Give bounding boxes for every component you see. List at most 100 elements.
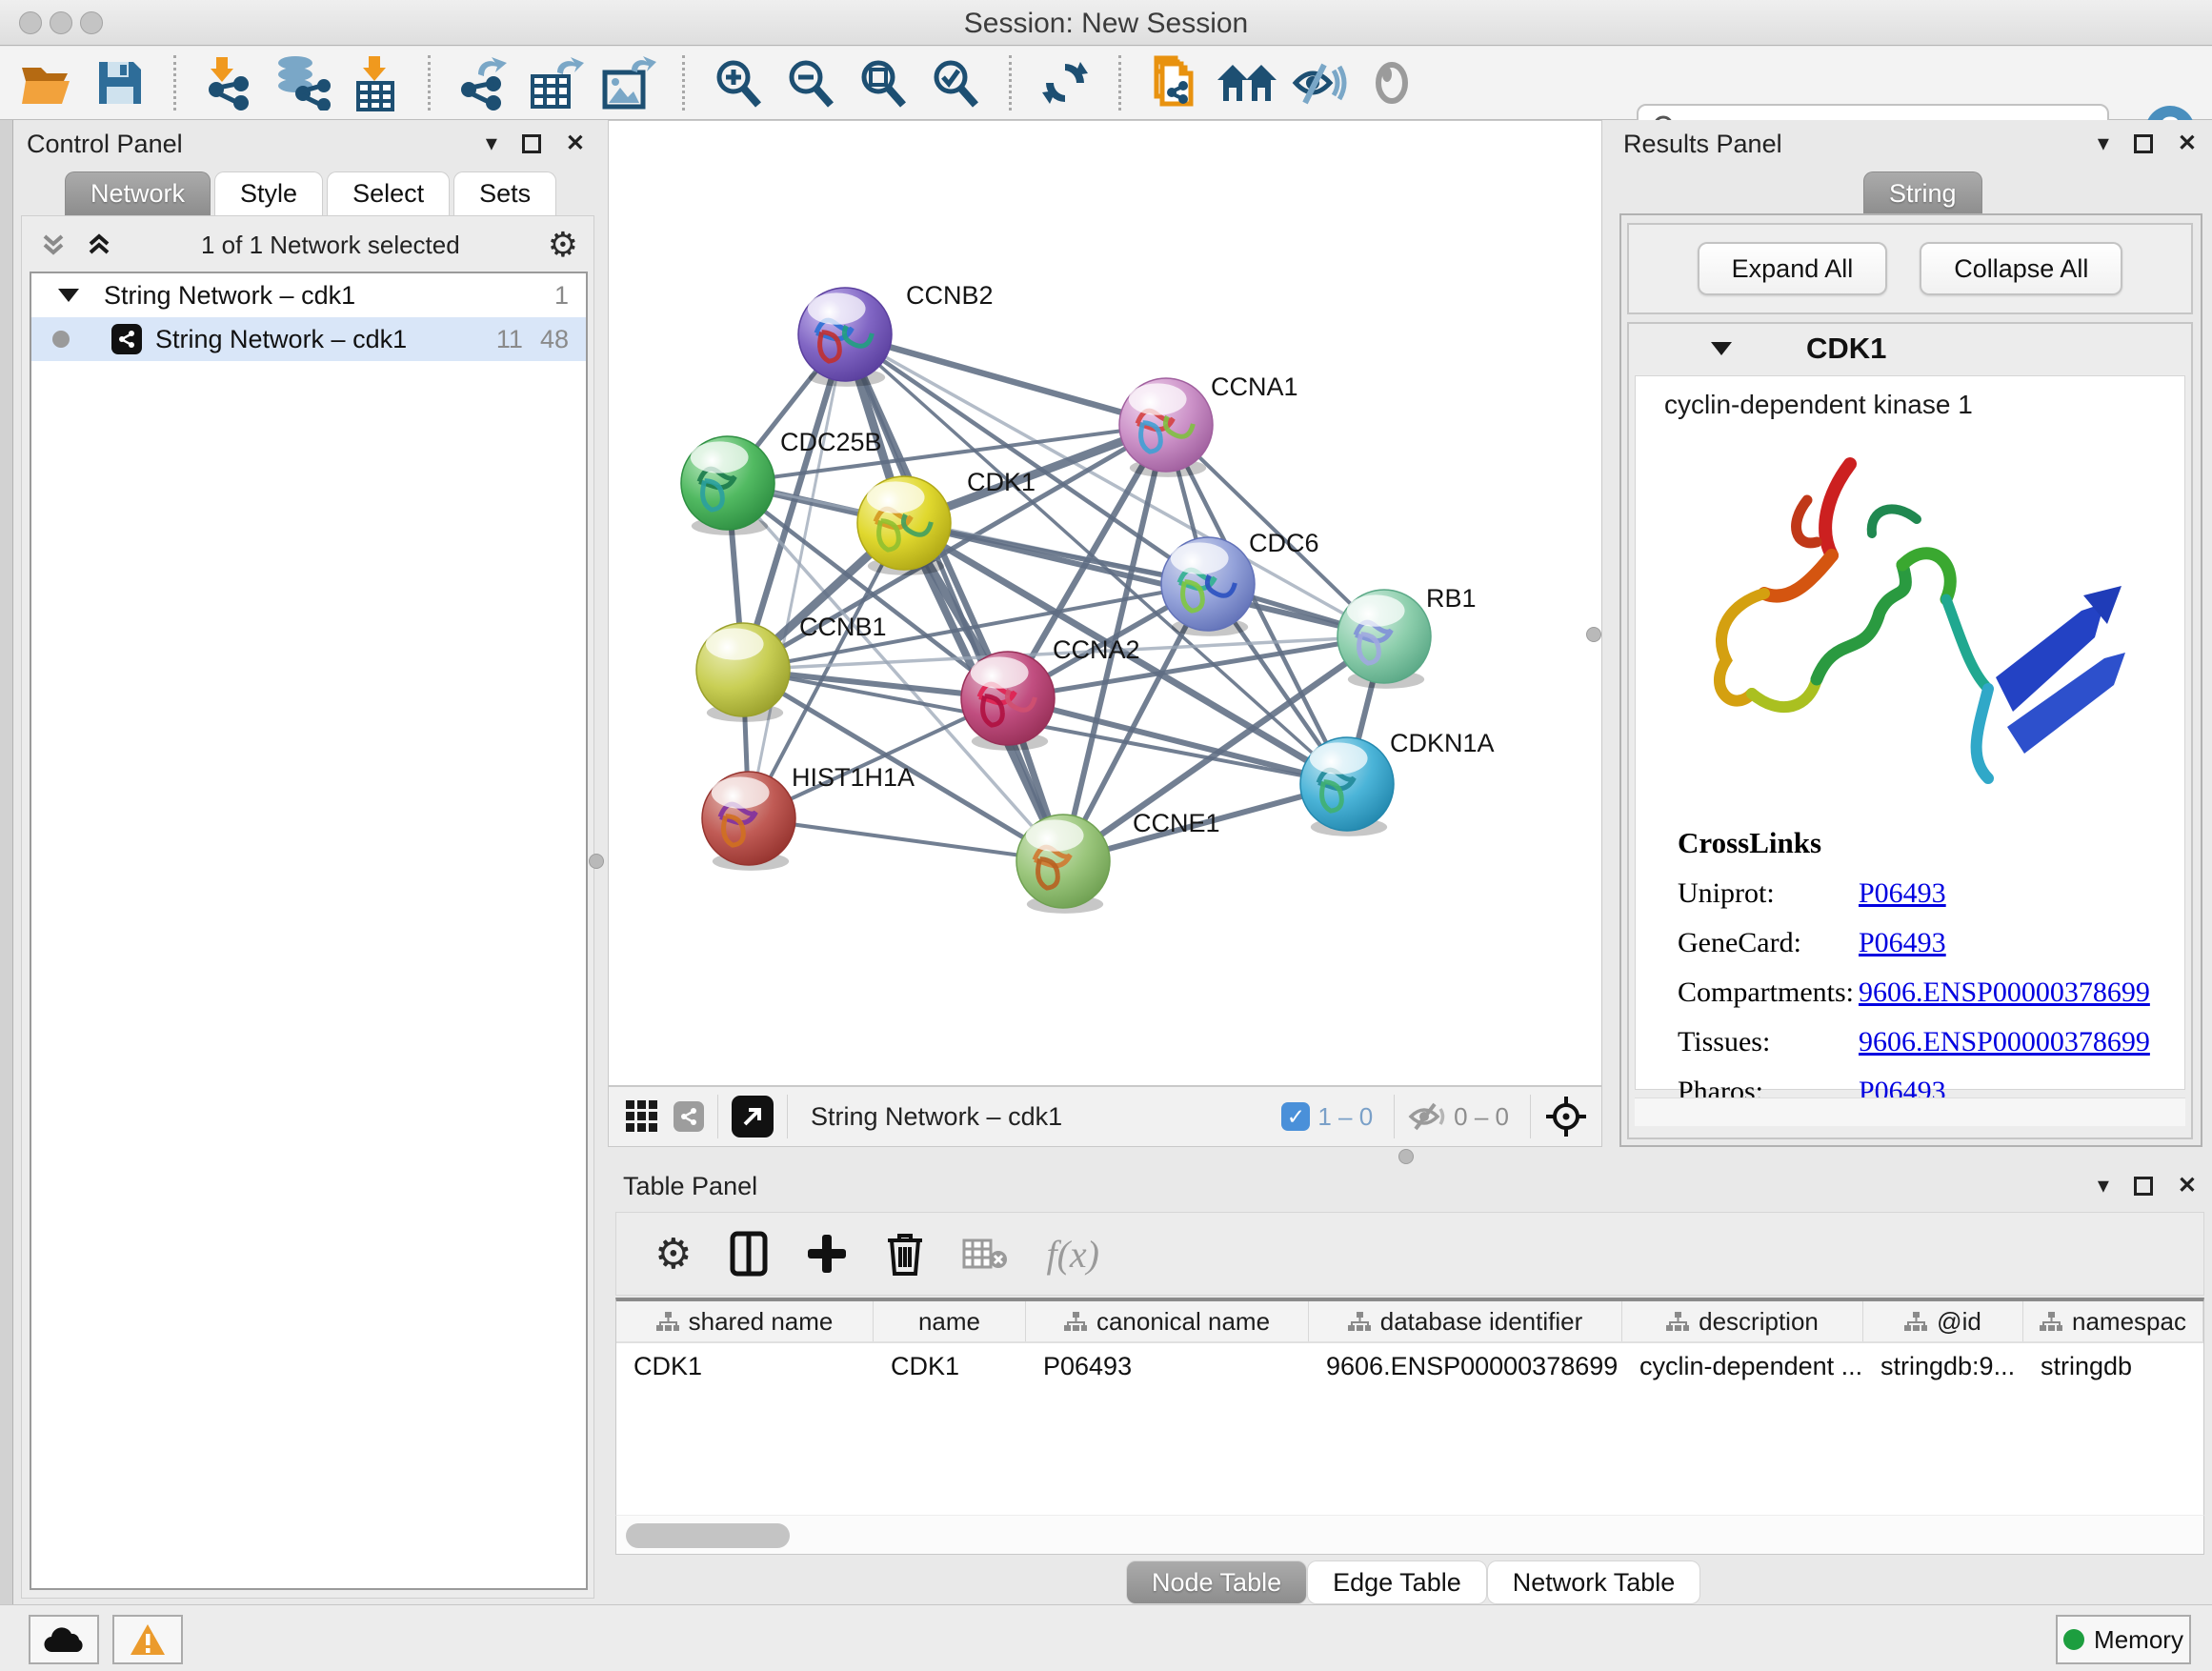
zoom-out-button[interactable] [774,52,847,113]
crosslink-row: Uniprot:P06493 [1678,877,2150,910]
column-header-sharedname[interactable]: shared name [616,1301,874,1341]
column-header-canonicalname[interactable]: canonical name [1026,1301,1309,1341]
table-tab-node-table[interactable]: Node Table [1126,1560,1307,1604]
homes-button[interactable] [1211,52,1283,113]
import-database-button[interactable] [266,52,338,113]
open-window-icon[interactable] [732,1096,774,1137]
grid-view-icon[interactable] [624,1098,660,1135]
add-column-icon[interactable] [806,1233,848,1275]
vertical-splitter-handle-left[interactable] [589,854,604,869]
column-header-namespac[interactable]: namespac [2023,1301,2203,1341]
network-collection-row[interactable]: String Network – cdk1 1 [31,273,586,317]
horizontal-splitter-handle[interactable] [1398,1149,1414,1164]
table-tab-network-table[interactable]: Network Table [1487,1560,1701,1604]
column-header-description[interactable]: description [1622,1301,1863,1341]
network-options-gear-icon[interactable]: ⚙ [548,226,578,265]
tab-select[interactable]: Select [327,171,450,215]
import-network-button[interactable] [193,52,266,113]
table-cell[interactable]: stringdb:9... [1863,1343,2023,1389]
expand-all-icon[interactable] [85,231,113,259]
column-header-name[interactable]: name [874,1301,1026,1341]
tab-network[interactable]: Network [65,171,211,215]
results-tab-string[interactable]: String [1863,171,1982,215]
show-columns-icon[interactable] [730,1231,768,1277]
selected-nodes-checkbox-icon[interactable]: ✓ [1281,1102,1310,1131]
zoom-in-button[interactable] [702,52,774,113]
network-edge-HIST1H1A-CCNE1[interactable] [749,818,1063,861]
tab-sets[interactable]: Sets [453,171,556,215]
expand-all-button[interactable]: Expand All [1698,242,1888,295]
network-node-RB1[interactable] [1337,590,1431,689]
network-view-canvas[interactable]: CCNB2CCNA1CDC25BCDK1CDC6RB1CCNB1CCNA2CDK… [608,120,1602,1086]
control-panel-menu-icon[interactable]: ▾ [486,132,497,155]
crosslink-link[interactable]: 9606.ENSP00000378699 [1859,1026,2150,1058]
results-panel-menu-icon[interactable]: ▾ [2098,132,2109,155]
delete-column-trash-icon[interactable] [886,1231,924,1277]
network-edge-CCNB2-HIST1H1A[interactable] [749,334,845,818]
export-network-button[interactable] [448,52,520,113]
table-row[interactable]: CDK1CDK1P064939606.ENSP00000378699cyclin… [616,1343,2203,1389]
table-panel-menu-icon[interactable]: ▾ [2098,1175,2109,1198]
export-image-button[interactable] [593,52,665,113]
table-hscrollbar[interactable] [615,1515,2204,1555]
network-node-CCNB2[interactable] [798,288,892,387]
save-session-button[interactable] [84,52,156,113]
table-cell[interactable]: CDK1 [616,1343,874,1389]
network-graph[interactable]: CCNB2CCNA1CDC25BCDK1CDC6RB1CCNB1CCNA2CDK… [609,121,1601,1085]
network-node-CDKN1A[interactable] [1300,737,1394,836]
import-table-button[interactable] [338,52,411,113]
collapse-all-button[interactable]: Collapse All [1920,242,2122,295]
delete-table-icon[interactable] [962,1237,1008,1271]
table-cell[interactable]: 9606.ENSP00000378699 [1309,1343,1622,1389]
refresh-button[interactable] [1029,52,1101,113]
column-header-databaseidentifier[interactable]: database identifier [1309,1301,1622,1341]
protein-section-expander-icon[interactable] [1711,342,1732,355]
zoom-fit-button[interactable] [847,52,919,113]
results-panel-close-icon[interactable]: ✕ [2178,132,2197,155]
network-node-CDK1[interactable] [857,476,951,575]
tab-style[interactable]: Style [214,171,323,215]
fit-content-crosshair-icon[interactable] [1544,1095,1588,1138]
collection-expander-icon[interactable] [58,289,79,302]
export-table-button[interactable] [520,52,593,113]
table-panel-float-icon[interactable] [2134,1177,2153,1196]
network-node-HIST1H1A[interactable] [702,772,795,871]
warning-button[interactable] [112,1615,183,1664]
open-session-button[interactable] [11,52,84,113]
column-header-id[interactable]: @id [1863,1301,2023,1341]
table-options-gear-icon[interactable]: ⚙ [654,1230,692,1278]
network-node-CCNA1[interactable] [1119,378,1213,477]
network-row[interactable]: String Network – cdk1 11 48 [31,317,586,361]
crosslink-link[interactable]: 9606.ENSP00000378699 [1859,976,2150,1009]
collapse-all-icon[interactable] [39,231,68,259]
table-cell[interactable]: CDK1 [874,1343,1026,1389]
results-panel-float-icon[interactable] [2134,134,2153,153]
vertical-splitter-handle-right[interactable] [1586,627,1601,642]
table-cell[interactable]: P06493 [1026,1343,1309,1389]
function-builder-icon[interactable]: f(x) [1046,1232,1099,1277]
results-scrollbar[interactable] [1635,1097,2185,1126]
crosslink-link[interactable]: P06493 [1859,877,1946,910]
hidden-items-eye-icon[interactable] [1408,1101,1446,1132]
table-cell[interactable]: stringdb [2023,1343,2203,1389]
control-panel-float-icon[interactable] [522,134,541,153]
cloud-button[interactable] [29,1615,99,1664]
toolbar-separator [682,55,685,111]
network-node-CDC6[interactable] [1161,537,1255,636]
hide-eye-button[interactable] [1283,52,1356,113]
show-eye-button[interactable] [1356,52,1428,113]
network-node-CCNA2[interactable] [961,652,1055,751]
table-hscrollbar-thumb[interactable] [626,1523,790,1548]
table-tab-edge-table[interactable]: Edge Table [1307,1560,1487,1604]
zoom-selected-button[interactable] [919,52,992,113]
memory-button[interactable]: Memory [2056,1615,2191,1664]
document-share-button[interactable] [1138,52,1211,113]
network-node-CCNB1[interactable] [696,623,790,722]
crosslink-link[interactable]: P06493 [1859,927,1946,959]
network-node-CDC25B[interactable] [681,436,774,535]
birdseye-view-icon[interactable] [674,1101,704,1132]
table-cell[interactable]: cyclin-dependent ... [1622,1343,1863,1389]
control-panel-close-icon[interactable]: ✕ [566,132,585,155]
table-panel-close-icon[interactable]: ✕ [2178,1175,2197,1198]
network-node-CCNE1[interactable] [1016,815,1110,914]
